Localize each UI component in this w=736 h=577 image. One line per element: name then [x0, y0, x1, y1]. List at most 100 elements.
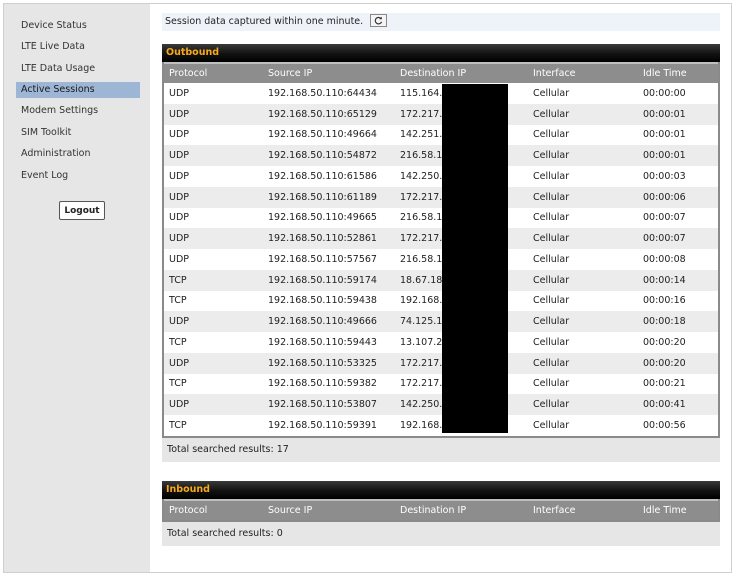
interface-cell: Cellular [533, 316, 570, 328]
sidebar: Device Status LTE Live Data LTE Data Usa… [4, 4, 150, 572]
sidebar-item-lte-live-data[interactable]: LTE Live Data [16, 39, 140, 55]
col-source-ip: Source IP [263, 499, 395, 520]
main-content: Session data captured within one minute.… [151, 4, 732, 572]
interface-cell: Cellular [533, 233, 570, 245]
table-row: TCP 192.168.50.110:59438 192.168. Cellular 0… [164, 291, 718, 312]
table-row: UDP 192.168.50.110:64434 115.164. Cellular 0… [164, 83, 718, 104]
col-interface: Interface [528, 62, 638, 83]
source-ip-cell: 192.168.50.110:61189 [268, 191, 377, 203]
source-ip-cell: 192.168.50.110:57567 [268, 253, 377, 265]
outbound-table-wrap: Protocol Source IP Destination IP Interf… [162, 62, 720, 438]
protocol-cell: UDP [169, 233, 189, 245]
refresh-button[interactable] [370, 14, 388, 27]
idle-time-cell: 00:00:00 [643, 87, 686, 99]
sidebar-item-modem-settings[interactable]: Modem Settings [16, 103, 140, 119]
source-ip-cell: 192.168.50.110:49665 [268, 212, 377, 224]
protocol-cell: UDP [169, 108, 189, 120]
sidebar-item-event-log[interactable]: Event Log [16, 168, 140, 184]
protocol-cell: UDP [169, 129, 189, 141]
redaction-block [442, 84, 508, 433]
table-row: UDP 192.168.50.110:49664 142.251. Cellular 0… [164, 125, 718, 146]
idle-time-cell: 00:00:56 [643, 419, 686, 431]
table-row: UDP 192.168.50.110:53807 142.250. Cellular 0… [164, 394, 718, 415]
source-ip-cell: 192.168.50.110:59391 [268, 419, 377, 431]
idle-time-cell: 00:00:20 [643, 336, 686, 348]
idle-time-cell: 00:00:03 [643, 170, 686, 182]
idle-time-cell: 00:00:08 [643, 253, 686, 265]
source-ip-cell: 192.168.50.110:65129 [268, 108, 377, 120]
source-ip-cell: 192.168.50.110:64434 [268, 87, 377, 99]
col-idle-time: Idle Time [638, 62, 718, 83]
table-row: TCP 192.168.50.110:59382 172.217. Cellular 0… [164, 374, 718, 395]
source-ip-cell: 192.168.50.110:59382 [268, 378, 377, 390]
info-bar: Session data captured within one minute. [162, 13, 720, 31]
outbound-section: Outbound Protocol Source IP Destination … [162, 44, 720, 462]
protocol-cell: TCP [169, 336, 187, 348]
interface-cell: Cellular [533, 129, 570, 141]
col-source-ip: Source IP [263, 62, 395, 83]
idle-time-cell: 00:00:18 [643, 316, 686, 328]
col-protocol: Protocol [164, 62, 263, 83]
interface-cell: Cellular [533, 378, 570, 390]
protocol-cell: TCP [169, 274, 187, 286]
outbound-total: Total searched results: 17 [162, 437, 720, 462]
outbound-header-row: Protocol Source IP Destination IP Interf… [164, 62, 718, 83]
interface-cell: Cellular [533, 419, 570, 431]
table-row: UDP 192.168.50.110:49665 216.58.1 Cellular 0… [164, 208, 718, 229]
sidebar-item-device-status[interactable]: Device Status [16, 18, 140, 34]
outbound-table: Protocol Source IP Destination IP Interf… [164, 62, 718, 436]
table-row: UDP 192.168.50.110:65129 172.217. Cellular 0… [164, 103, 718, 125]
protocol-cell: UDP [169, 170, 189, 182]
protocol-cell: UDP [169, 399, 189, 411]
idle-time-cell: 00:00:16 [643, 295, 686, 307]
table-row: UDP 192.168.50.110:54872 216.58.1 Cellular 0… [164, 145, 718, 166]
source-ip-cell: 192.168.50.110:59174 [268, 274, 377, 286]
sidebar-item-sim-toolkit[interactable]: SIM Toolkit [16, 125, 140, 141]
interface-cell: Cellular [533, 87, 570, 99]
sidebar-item-active-sessions[interactable]: Active Sessions [16, 82, 140, 98]
interface-cell: Cellular [533, 212, 570, 224]
idle-time-cell: 00:00:07 [643, 212, 686, 224]
protocol-cell: UDP [169, 316, 189, 328]
sidebar-item-lte-data-usage[interactable]: LTE Data Usage [16, 61, 140, 77]
idle-time-cell: 00:00:01 [643, 150, 686, 162]
outbound-table-body: UDP 192.168.50.110:64434 115.164. Cellular 0… [164, 83, 718, 436]
source-ip-cell: 192.168.50.110:53807 [268, 399, 377, 411]
source-ip-cell: 192.168.50.110:49666 [268, 316, 377, 328]
inbound-table-wrap: Protocol Source IP Destination IP Interf… [162, 499, 720, 522]
idle-time-cell: 00:00:20 [643, 357, 686, 369]
inbound-header: Inbound [162, 481, 720, 499]
refresh-icon [374, 16, 383, 24]
protocol-cell: UDP [169, 191, 189, 203]
source-ip-cell: 192.168.50.110:49664 [268, 129, 377, 141]
protocol-cell: UDP [169, 253, 189, 265]
idle-time-cell: 00:00:01 [643, 108, 686, 120]
idle-time-cell: 00:00:07 [643, 233, 686, 245]
interface-cell: Cellular [533, 191, 570, 203]
source-ip-cell: 192.168.50.110:52861 [268, 233, 377, 245]
table-row: UDP 192.168.50.110:49666 74.125.1 Cellular 0… [164, 311, 718, 332]
info-text: Session data captured within one minute. [165, 16, 364, 27]
interface-cell: Cellular [533, 357, 570, 369]
interface-cell: Cellular [533, 253, 570, 265]
table-row: TCP 192.168.50.110:59174 18.67.18 Cellular 0… [164, 269, 718, 291]
interface-cell: Cellular [533, 274, 570, 286]
protocol-cell: UDP [169, 212, 189, 224]
table-row: UDP 192.168.50.110:52861 172.217. Cellular 0… [164, 228, 718, 249]
protocol-cell: UDP [169, 150, 189, 162]
interface-cell: Cellular [533, 108, 570, 120]
col-interface: Interface [528, 499, 638, 520]
table-row: UDP 192.168.50.110:57567 216.58.1 Cellular 0… [164, 249, 718, 270]
idle-time-cell: 00:00:41 [643, 399, 686, 411]
inbound-total: Total searched results: 0 [162, 522, 720, 546]
table-row: TCP 192.168.50.110:59443 13.107.2 Cellular 0… [164, 332, 718, 353]
outbound-header: Outbound [162, 44, 720, 62]
table-row: TCP 192.168.50.110:59391 192.168. Cellular 0… [164, 415, 718, 436]
logout-button[interactable]: Logout [59, 201, 105, 220]
idle-time-cell: 00:00:06 [643, 191, 686, 203]
table-row: UDP 192.168.50.110:61586 142.250. Cellular 0… [164, 166, 718, 187]
protocol-cell: TCP [169, 419, 187, 431]
col-protocol: Protocol [164, 499, 263, 520]
sidebar-item-administration[interactable]: Administration [16, 146, 140, 162]
interface-cell: Cellular [533, 399, 570, 411]
